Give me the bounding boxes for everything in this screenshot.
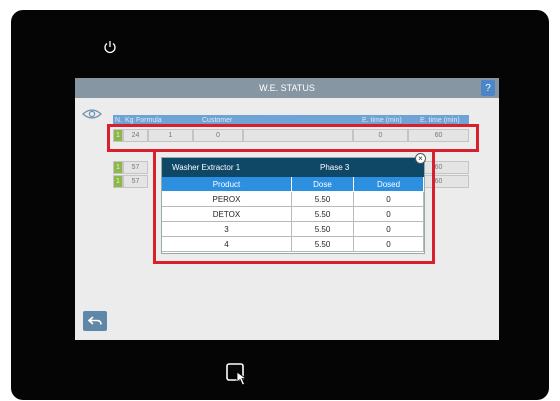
col-e-time-max: E. time (min) [420, 117, 460, 124]
back-icon [88, 316, 102, 325]
highlight-dialog-box [153, 149, 435, 264]
cell-kg: 57 [123, 161, 148, 174]
col-n: N. [115, 117, 122, 124]
col-kg: Kg [125, 117, 134, 124]
eye-icon[interactable] [82, 108, 102, 120]
power-icon[interactable] [103, 40, 117, 54]
help-icon: ? [485, 82, 491, 94]
back-button[interactable] [83, 311, 107, 331]
col-e-time-min: E. time (min) [362, 117, 402, 124]
close-icon[interactable]: × [415, 153, 426, 164]
cell-n: 1 [113, 161, 123, 174]
cell-kg: 57 [123, 175, 148, 188]
col-customer: Customer [202, 117, 233, 124]
screen-title-bar: W.E. STATUS ? [75, 78, 499, 98]
help-button[interactable]: ? [481, 80, 495, 96]
col-formula: Formula [136, 117, 162, 124]
screen-title: W.E. STATUS [259, 83, 315, 93]
highlight-row-box [107, 124, 479, 152]
cell-n: 1 [113, 175, 123, 188]
touch-icon[interactable] [226, 363, 252, 387]
